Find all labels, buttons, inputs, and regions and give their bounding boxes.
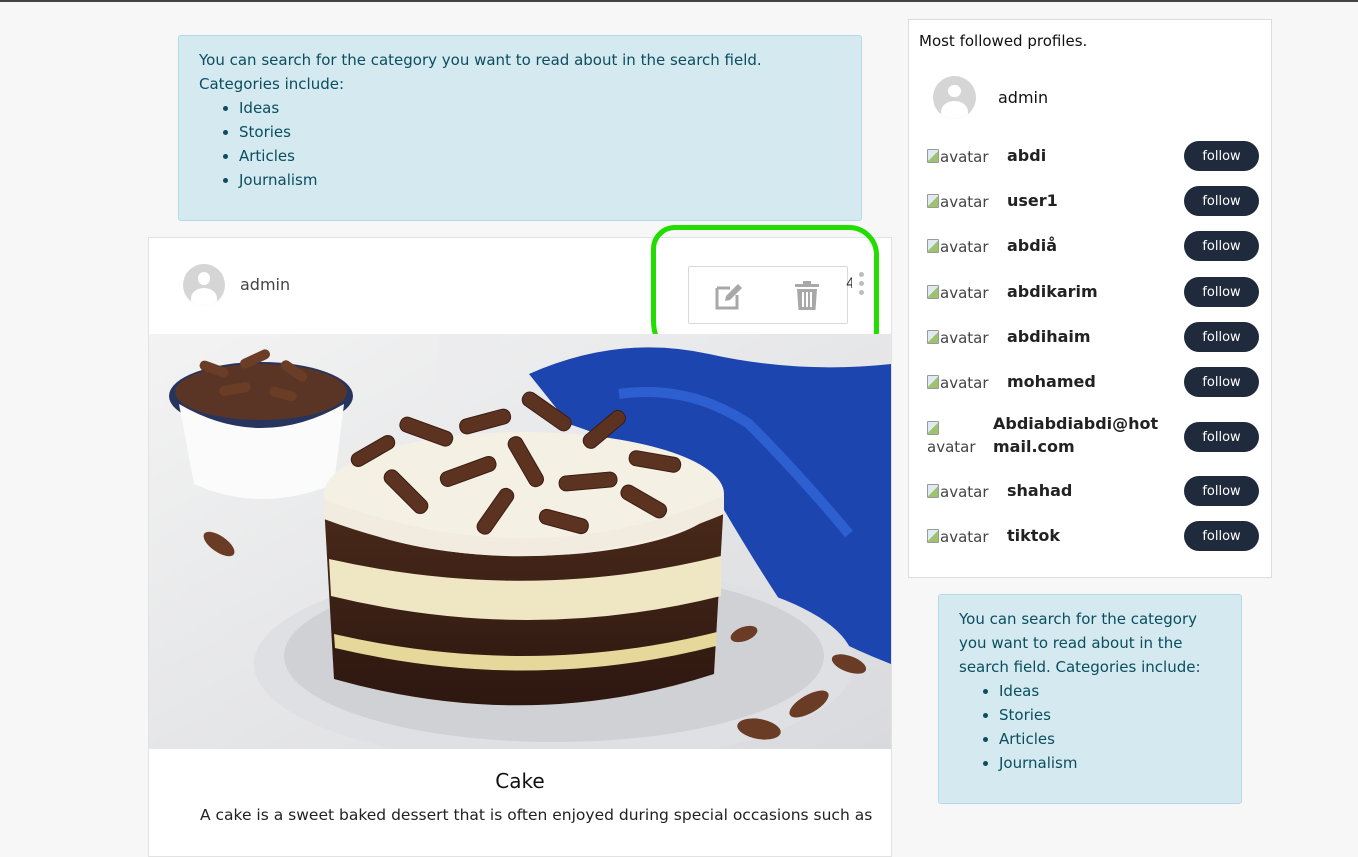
category-item: Journalism — [999, 751, 1221, 775]
profile-name[interactable]: abdi — [1007, 146, 1046, 165]
profile-avatar: avatar — [927, 528, 989, 546]
profile-row: avatar abdihaim follow — [909, 317, 1271, 357]
edit-post-button[interactable] — [713, 280, 745, 312]
info-text: You can search for the category you want… — [959, 610, 1201, 676]
profile-name[interactable]: mohamed — [1007, 372, 1096, 391]
delete-post-button[interactable] — [791, 280, 823, 312]
follow-button[interactable]: follow — [1184, 521, 1259, 551]
post-title: Cake — [495, 769, 545, 793]
post-card: admin 4 Cake A cake is a sweet baked des… — [148, 225, 892, 857]
category-item: Stories — [239, 120, 841, 144]
profile-row: avatar abdi follow — [909, 136, 1271, 176]
follow-button[interactable]: follow — [1184, 277, 1259, 307]
profile-row: avatar Abdiabdiabdi@hotmail.com follow — [909, 412, 1271, 462]
profile-name[interactable]: shahad — [1007, 481, 1072, 500]
profile-avatar: avatar — [927, 420, 979, 456]
profile-row: avatar shahad follow — [909, 471, 1271, 511]
post-author-name[interactable]: admin — [240, 275, 290, 294]
profile-avatar: avatar — [927, 483, 989, 501]
profile-avatar: avatar — [927, 329, 989, 347]
category-list: Ideas Stories Articles Journalism — [959, 679, 1221, 775]
profile-name[interactable]: tiktok — [1007, 526, 1060, 545]
profile-name[interactable]: user1 — [1007, 191, 1058, 210]
profile-avatar: avatar — [927, 148, 989, 166]
edit-icon — [715, 284, 742, 310]
trash-icon — [795, 281, 819, 310]
category-list: Ideas Stories Articles Journalism — [199, 96, 841, 192]
kebab-menu-icon[interactable] — [855, 272, 867, 302]
post-actions-popup — [688, 266, 848, 324]
top-profile-name[interactable]: admin — [998, 88, 1048, 107]
category-item: Stories — [999, 703, 1221, 727]
profile-avatar: avatar — [927, 374, 989, 392]
profile-name[interactable]: abdiå — [1007, 236, 1057, 255]
author-avatar[interactable] — [183, 264, 225, 306]
profile-avatar: avatar — [927, 238, 989, 256]
category-item: Ideas — [999, 679, 1221, 703]
profile-avatar: avatar — [927, 284, 989, 302]
profile-name[interactable]: abdihaim — [1007, 327, 1091, 346]
post-body-text: A cake is a sweet baked dessert that is … — [200, 806, 873, 824]
follow-button[interactable]: follow — [1184, 322, 1259, 352]
most-followed-profiles: Most followed profiles. admin avatar abd… — [908, 19, 1272, 578]
follow-button[interactable]: follow — [1184, 186, 1259, 216]
profile-row: avatar user1 follow — [909, 181, 1271, 221]
post-meta-fragment: 4 — [846, 276, 852, 292]
info-text: You can search for the category you want… — [199, 51, 762, 93]
category-item: Ideas — [239, 96, 841, 120]
profile-row: avatar mohamed follow — [909, 362, 1271, 402]
profile-row: avatar tiktok follow — [909, 516, 1271, 556]
cake-image — [149, 334, 891, 749]
profile-avatar: avatar — [927, 193, 989, 211]
profile-row: avatar abdiå follow — [909, 226, 1271, 266]
profile-row: avatar abdikarim follow — [909, 272, 1271, 312]
profile-name[interactable]: abdikarim — [1007, 282, 1098, 301]
follow-button[interactable]: follow — [1184, 141, 1259, 171]
category-info-box: You can search for the category you want… — [178, 35, 862, 221]
admin-avatar[interactable] — [933, 76, 976, 119]
follow-button[interactable]: follow — [1184, 476, 1259, 506]
category-info-box-side: You can search for the category you want… — [938, 594, 1242, 804]
post-header: admin 4 — [149, 225, 891, 371]
top-border — [0, 0, 1358, 2]
category-item: Articles — [239, 144, 841, 168]
category-item: Journalism — [239, 168, 841, 192]
follow-button[interactable]: follow — [1184, 231, 1259, 261]
category-item: Articles — [999, 727, 1221, 751]
profile-name[interactable]: Abdiabdiabdi@hotmail.com — [993, 412, 1173, 458]
follow-button[interactable]: follow — [1184, 422, 1259, 452]
follow-button[interactable]: follow — [1184, 367, 1259, 397]
sidebar-title: Most followed profiles. — [919, 32, 1088, 50]
post-image — [149, 334, 891, 749]
